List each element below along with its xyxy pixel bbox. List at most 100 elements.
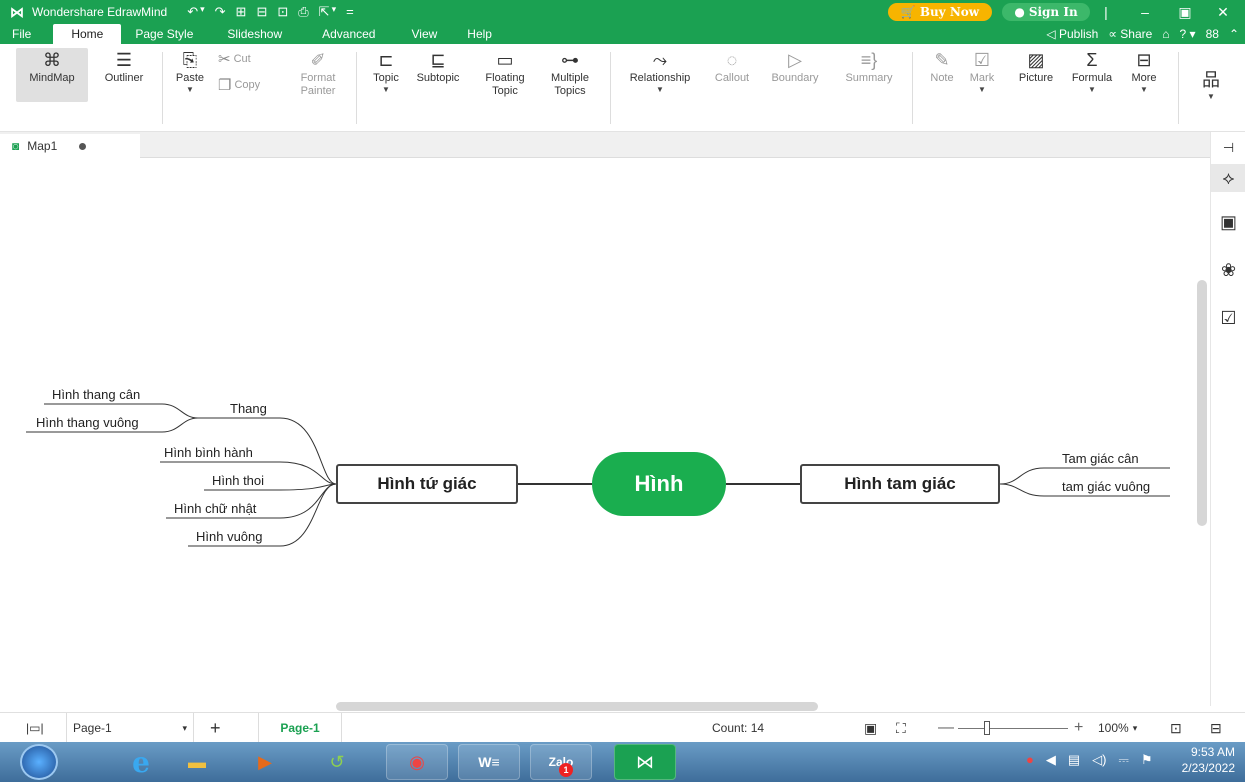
maximize-button[interactable]: ▣ [1170, 0, 1200, 24]
menu-home[interactable]: Home [53, 24, 122, 44]
open-icon[interactable]: ⊟ [256, 4, 267, 20]
sign-in-button[interactable]: ● Sign In [1002, 3, 1090, 21]
internet-explorer-icon[interactable]: e [110, 744, 172, 780]
menu-page-style[interactable]: Page Style [121, 24, 207, 44]
fullscreen-icon[interactable]: ⛶ [896, 713, 906, 743]
zoom-out-button[interactable]: — [938, 713, 954, 743]
picture-button[interactable]: ▨ Picture [1012, 48, 1060, 85]
add-page-button[interactable]: + [210, 713, 221, 743]
mindmap-button[interactable]: ⌘ MindMap [16, 48, 88, 102]
boundary-button[interactable]: ▷ Boundary [764, 48, 826, 85]
customize-toolbar-icon[interactable]: = [346, 4, 354, 20]
task-icon[interactable]: ☑ [1211, 308, 1245, 329]
subtopic-hinh-thang-vuong[interactable]: Hình thang vuông [36, 415, 139, 430]
buy-now-button[interactable]: 🛒 Buy Now [888, 3, 992, 21]
zoom-slider[interactable] [958, 713, 1068, 743]
network-tray-icon[interactable]: ▤ [1068, 752, 1080, 768]
collapse-ribbon-icon[interactable]: ⌃ [1229, 27, 1239, 41]
vertical-scrollbar[interactable] [1197, 280, 1207, 526]
paste-button[interactable]: ⎘ Paste ▼ [172, 48, 208, 95]
copy-button[interactable]: ❐ Copy [218, 76, 260, 94]
close-button[interactable]: ✕ [1208, 0, 1238, 24]
menu-slideshow[interactable]: Slideshow [207, 24, 302, 44]
mark-panel-icon[interactable]: ▣ [1211, 212, 1245, 233]
topic-button[interactable]: ⊏ Topic ▼ [366, 48, 406, 95]
help-icon[interactable]: ? ▾ [1180, 27, 1196, 41]
menu-help[interactable]: Help [453, 24, 506, 44]
subtopic-tam-giac-can[interactable]: Tam giác cân [1062, 451, 1139, 466]
share-button[interactable]: ∝ Share [1108, 27, 1152, 41]
undo-icon[interactable]: ↶ [187, 4, 198, 20]
mark-button[interactable]: ☑ Mark ▼ [964, 48, 1000, 95]
summary-button[interactable]: ≡} Summary [838, 48, 900, 85]
apps-icon[interactable]: 88 [1206, 27, 1219, 41]
central-topic[interactable]: Hình [592, 452, 726, 516]
panel-toggle-icon[interactable]: ⊟ [1210, 713, 1222, 743]
menu-file[interactable]: File [0, 24, 45, 44]
publish-button[interactable]: ◁ Publish [1046, 27, 1098, 41]
subtopic-thang[interactable]: Thang [230, 401, 267, 416]
start-button[interactable] [20, 744, 58, 780]
pin-icon[interactable]: ⊣ [1211, 140, 1245, 156]
export-dropdown-icon[interactable]: ▾ [332, 4, 337, 20]
save-icon[interactable]: ⊡ [277, 4, 288, 20]
format-painter-button[interactable]: ✐ Format Painter [294, 48, 342, 98]
action-center-flag-icon[interactable]: ⚑ [1141, 752, 1153, 768]
chrome-icon[interactable]: ◉ [386, 744, 448, 780]
media-player-icon[interactable]: ▶ [234, 744, 296, 780]
minimize-button[interactable]: – [1130, 0, 1160, 24]
outliner-button[interactable]: ☰ Outliner [94, 48, 154, 85]
main-topic-right[interactable]: Hình tam giác [800, 464, 1000, 504]
zoom-level[interactable]: 100% ▾ [1098, 713, 1137, 743]
chat-tray-icon[interactable]: ● [1026, 752, 1034, 768]
clipart-icon[interactable]: ❀ [1211, 260, 1245, 281]
layout-button[interactable]: 品 ▼ [1196, 68, 1226, 102]
redo-icon[interactable]: ↷ [215, 4, 226, 20]
system-clock[interactable]: 9:53 AM 2/23/2022 [1182, 744, 1235, 776]
style-brush-icon[interactable]: ⟡ [1211, 164, 1245, 192]
menu-view[interactable]: View [395, 24, 453, 44]
cut-button[interactable]: ✂ Cut [218, 50, 251, 68]
print-icon[interactable]: ⎙ [298, 4, 308, 20]
subtopic-hinh-thang-can[interactable]: Hình thang cân [52, 387, 140, 402]
note-button[interactable]: ✎ Note [924, 48, 960, 85]
zoom-slider-thumb[interactable] [984, 720, 990, 735]
horizontal-scrollbar[interactable] [336, 702, 818, 711]
page-panel-toggle-icon[interactable]: |▭| [26, 713, 44, 743]
export-icon[interactable]: ⇱ [319, 4, 330, 20]
file-explorer-icon[interactable]: ▬ [166, 744, 228, 780]
subtopic-hinh-chu-nhat[interactable]: Hình chữ nhật [174, 501, 256, 516]
page-selector[interactable]: Page-1 ▾ [66, 713, 194, 743]
zalo-icon[interactable]: Zalo 1 [530, 744, 592, 780]
formula-button[interactable]: Σ Formula ▼ [1066, 48, 1118, 95]
subtopic-hinh-thoi[interactable]: Hình thoi [212, 473, 264, 488]
subtopic-tam-giac-vuong[interactable]: tam giác vuông [1062, 479, 1150, 494]
fit-window-icon[interactable]: ⊡ [1170, 713, 1182, 743]
page-tab-active[interactable]: Page-1 [258, 713, 342, 743]
undo-dropdown-icon[interactable]: ▾ [200, 4, 205, 20]
map-file-icon: ◙ [12, 139, 20, 153]
speaker-tray-icon[interactable]: ◀ [1046, 752, 1056, 768]
subtopic-hinh-binh-hanh[interactable]: Hình bình hành [164, 445, 253, 460]
power-tray-icon[interactable]: ⎓ [1118, 752, 1128, 768]
zoom-in-button[interactable]: + [1074, 713, 1083, 743]
subtopic-button[interactable]: ⊑ Subtopic [410, 48, 466, 85]
word-icon[interactable]: W≡ [458, 744, 520, 780]
multiple-topics-button[interactable]: ⊶ Multiple Topics [542, 48, 598, 98]
subtopic-hinh-vuong[interactable]: Hình vuông [196, 529, 263, 544]
coccoc-icon[interactable]: ↺ [306, 744, 368, 780]
more-button[interactable]: ⊟ More ▼ [1124, 48, 1164, 95]
new-icon[interactable]: ⊞ [236, 4, 247, 20]
floating-topic-button[interactable]: ▭ Floating Topic [478, 48, 532, 98]
menu-advanced[interactable]: Advanced [302, 24, 395, 44]
mindmap-canvas[interactable] [0, 158, 1210, 706]
user-icon: ● [1014, 5, 1025, 19]
relationship-button[interactable]: ⤳ Relationship ▼ [620, 48, 700, 95]
volume-tray-icon[interactable]: ◁) [1092, 752, 1106, 768]
bell-icon[interactable]: ⌂ [1162, 27, 1169, 41]
main-topic-left[interactable]: Hình tứ giác [336, 464, 518, 504]
callout-button[interactable]: ◌ Callout [708, 48, 756, 85]
edrawmind-taskbar-icon[interactable]: ⋈ [614, 744, 676, 780]
fit-page-icon[interactable]: ▣ [864, 713, 877, 743]
document-tab[interactable]: ◙ Map1 [0, 134, 140, 158]
